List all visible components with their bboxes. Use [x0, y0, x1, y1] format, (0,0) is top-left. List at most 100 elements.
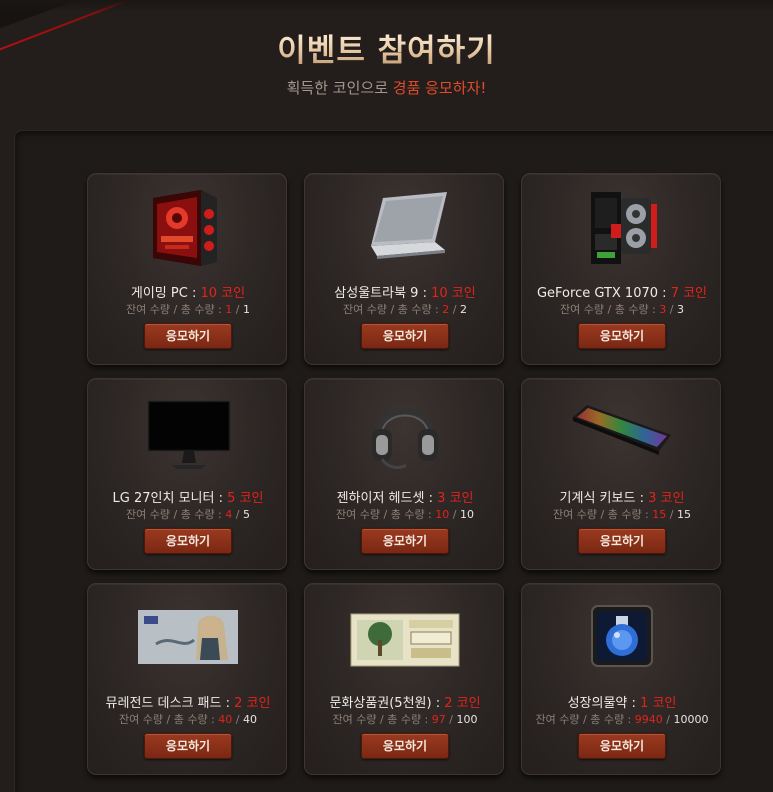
prize-card-keyboard: 기계식 키보드 : 3 코인 잔여 수량 / 총 수량 : 15 / 15 응모… [521, 378, 721, 570]
prize-quantity: 잔여 수량 / 총 수량 : 15 / 15 [522, 508, 722, 522]
prize-name: 문화상품권(5천원) [329, 696, 432, 711]
gaming-pc-icon [88, 184, 288, 280]
prize-title: 게이밍 PC : 10 코인 [88, 285, 288, 302]
prize-title: LG 27인치 모니터 : 5 코인 [88, 490, 288, 507]
total-label: 총 수량 [180, 303, 215, 316]
prize-name: 삼성울트라북 9 [334, 286, 419, 301]
remaining-count: 97 [431, 713, 446, 726]
apply-button[interactable]: 응모하기 [361, 528, 449, 554]
separator: / [449, 303, 460, 316]
total-count: 15 [676, 508, 691, 521]
remain-label: 잔여 수량 [535, 713, 580, 726]
remain-label: 잔여 수량 [126, 303, 170, 316]
separator: / [449, 508, 460, 521]
total-label: 총 수량 [607, 508, 642, 521]
coin-cost: 5 코인 [227, 491, 264, 506]
apply-button[interactable]: 응모하기 [144, 323, 232, 349]
total-label: 총 수량 [173, 713, 208, 726]
separator: / [662, 713, 674, 726]
apply-button[interactable]: 응모하기 [578, 323, 666, 349]
separator: : [221, 696, 235, 711]
separator: : [648, 303, 660, 316]
apply-button[interactable]: 응모하기 [361, 323, 449, 349]
remain-label: 잔여 수량 [126, 508, 170, 521]
remain-label: 잔여 수량 [343, 303, 387, 316]
total-label: 총 수량 [590, 713, 625, 726]
separator: : [214, 303, 226, 316]
prize-panel: 게이밍 PC : 10 코인 잔여 수량 / 총 수량 : 1 / 1 응모하기… [14, 130, 773, 792]
prize-title: 성장의물약 : 1 코인 [522, 695, 722, 712]
subtitle-text: 획득한 코인으로 [286, 79, 393, 97]
prize-title: 문화상품권(5천원) : 2 코인 [305, 695, 505, 712]
prize-quantity: 잔여 수량 / 총 수량 : 9940 / 10000 [522, 713, 722, 727]
prize-name: GeForce GTX 1070 [536, 286, 659, 301]
remain-label: 잔여 수량 [119, 713, 163, 726]
graphics-card-icon [522, 184, 722, 280]
separator: : [214, 491, 228, 506]
separator: : [214, 508, 226, 521]
headset-icon [305, 389, 505, 485]
prize-card-potion: 성장의물약 : 1 코인 잔여 수량 / 총 수량 : 9940 / 10000… [521, 583, 721, 775]
event-header: 이벤트 참여하기 획득한 코인으로 경품 응모하자! [0, 30, 773, 98]
apply-button[interactable]: 응모하기 [144, 733, 232, 759]
total-label: 총 수량 [180, 508, 215, 521]
prize-name: 게이밍 PC [130, 286, 188, 301]
prize-card-laptop: 삼성울트라북 9 : 10 코인 잔여 수량 / 총 수량 : 2 / 2 응모… [304, 173, 504, 365]
remaining-count: 40 [218, 713, 233, 726]
apply-button[interactable]: 응모하기 [361, 733, 449, 759]
separator: / [232, 508, 243, 521]
coin-cost: 3 코인 [437, 491, 474, 506]
coin-cost: 10 코인 [200, 286, 246, 301]
separator: / [666, 303, 677, 316]
remain-label: 잔여 수량 [336, 508, 380, 521]
total-count: 2 [459, 303, 467, 316]
separator: / [387, 303, 398, 316]
prize-card-gaming-pc: 게이밍 PC : 10 코인 잔여 수량 / 총 수량 : 1 / 1 응모하기 [87, 173, 287, 365]
separator: / [380, 508, 391, 521]
separator: / [579, 713, 591, 726]
gift-voucher-icon [305, 594, 505, 690]
remaining-count: 10 [435, 508, 450, 521]
remain-label: 잔여 수량 [560, 303, 604, 316]
apply-button[interactable]: 응모하기 [578, 528, 666, 554]
apply-button[interactable]: 응모하기 [144, 528, 232, 554]
total-count: 40 [242, 713, 257, 726]
apply-button[interactable]: 응모하기 [578, 733, 666, 759]
potion-icon [522, 594, 722, 690]
prize-title: 젠하이저 헤드셋 : 3 코인 [305, 490, 505, 507]
separator: / [163, 713, 174, 726]
prize-quantity: 잔여 수량 / 총 수량 : 40 / 40 [88, 713, 288, 727]
prize-card-headset: 젠하이저 헤드셋 : 3 코인 잔여 수량 / 총 수량 : 10 / 10 응… [304, 378, 504, 570]
prize-quantity: 잔여 수량 / 총 수량 : 97 / 100 [305, 713, 505, 727]
separator: : [624, 713, 635, 726]
prize-title: 기계식 키보드 : 3 코인 [522, 490, 722, 507]
remain-label: 잔여 수량 [332, 713, 377, 726]
prize-name: 기계식 키보드 [559, 491, 636, 506]
prize-card-graphics-card: GeForce GTX 1070 : 7 코인 잔여 수량 / 총 수량 : 3… [521, 173, 721, 365]
separator: / [597, 508, 608, 521]
total-label: 총 수량 [390, 508, 425, 521]
separator: : [418, 286, 432, 301]
remaining-count: 15 [652, 508, 667, 521]
laptop-icon [305, 184, 505, 280]
separator: : [635, 491, 649, 506]
separator: / [445, 713, 457, 726]
separator: / [232, 713, 243, 726]
page-subtitle: 획득한 코인으로 경품 응모하자! [0, 78, 773, 98]
separator: / [232, 303, 243, 316]
total-count: 3 [676, 303, 684, 316]
coin-cost: 2 코인 [444, 696, 481, 711]
separator: / [170, 303, 181, 316]
prize-name: 젠하이저 헤드셋 [336, 491, 425, 506]
total-count: 100 [456, 713, 478, 726]
prize-quantity: 잔여 수량 / 총 수량 : 2 / 2 [305, 303, 505, 317]
prize-name: 성장의물약 [567, 696, 628, 711]
keyboard-icon [522, 389, 722, 485]
total-label: 총 수량 [387, 713, 422, 726]
separator: / [170, 508, 181, 521]
total-count: 1 [242, 303, 250, 316]
separator: : [627, 696, 641, 711]
prize-title: GeForce GTX 1070 : 7 코인 [522, 285, 722, 302]
prize-name: 뮤레전드 데스크 패드 [105, 696, 222, 711]
coin-cost: 10 코인 [431, 286, 476, 301]
